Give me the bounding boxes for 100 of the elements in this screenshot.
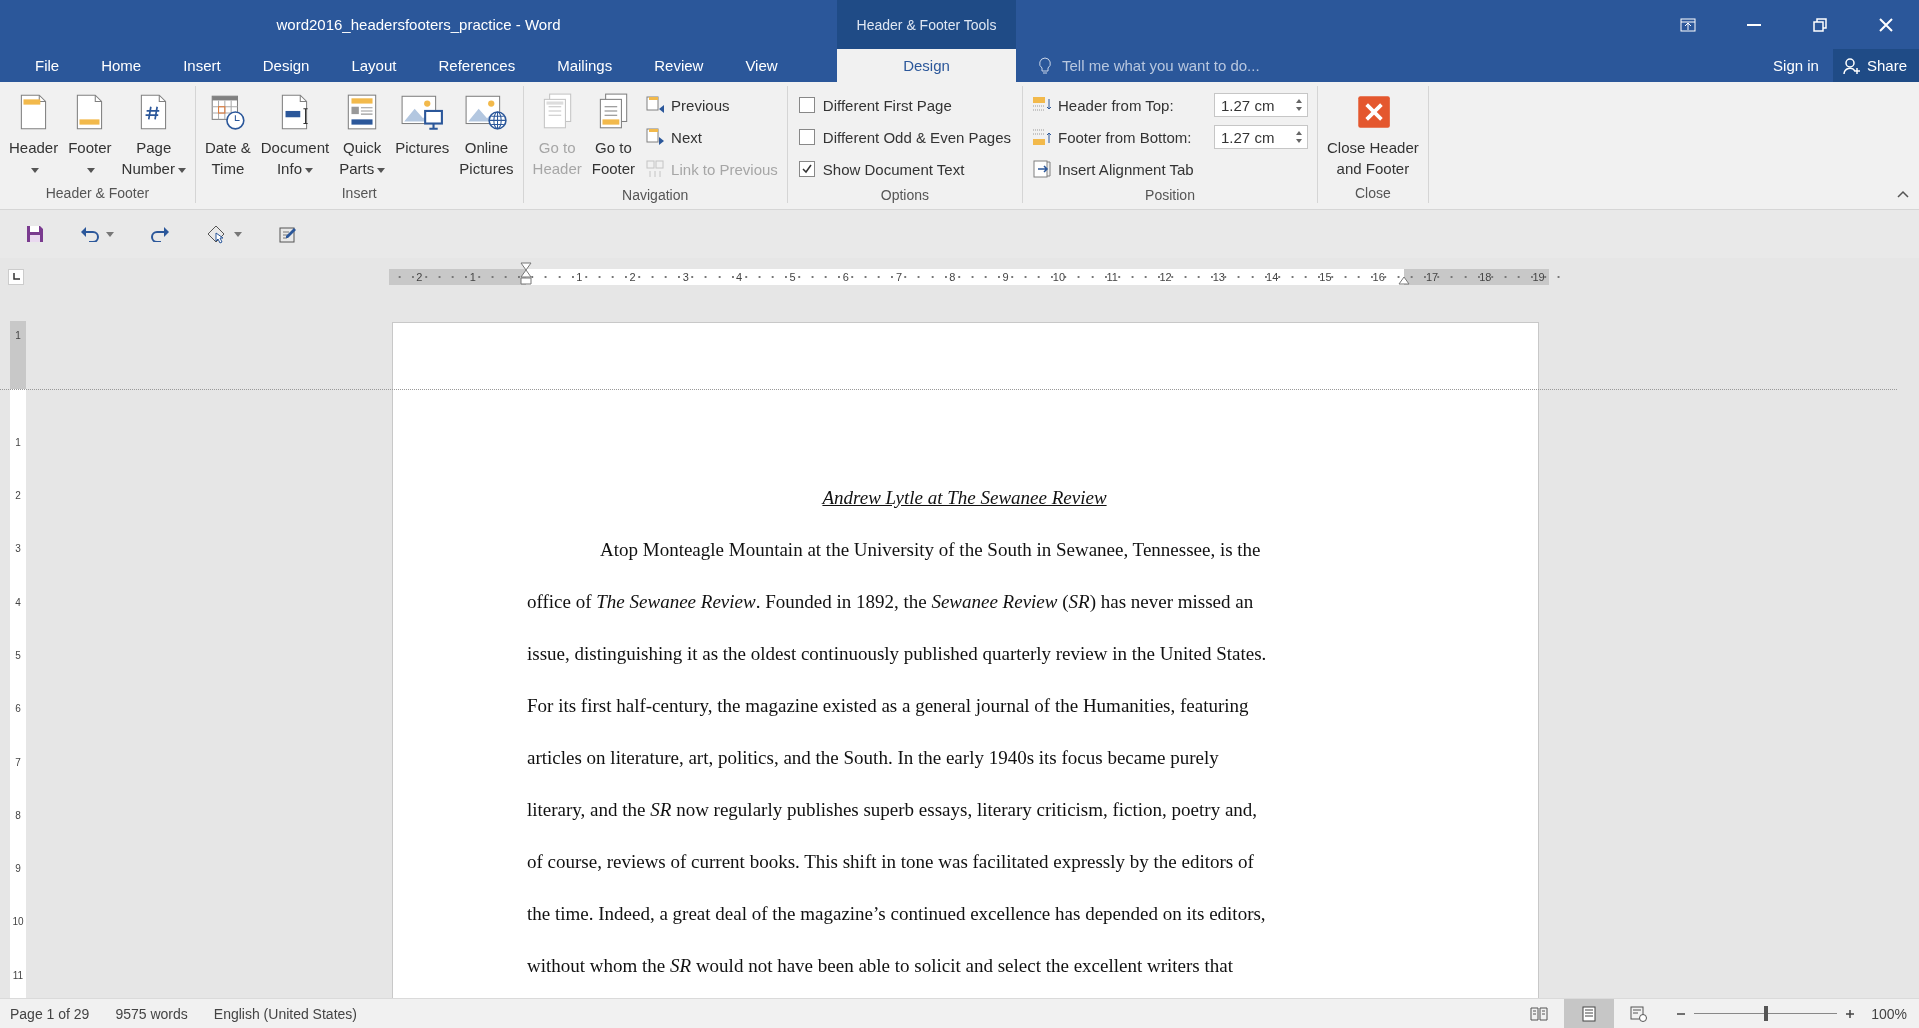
ribbon-button[interactable]: Previous [641, 89, 782, 121]
ribbon-button[interactable]: Online Pictures [455, 87, 518, 179]
web-page-icon [1630, 1005, 1649, 1022]
close-icon [1878, 16, 1894, 33]
ruler-number: 1 [15, 330, 21, 342]
checkbox[interactable] [798, 97, 815, 113]
ruler-number: 14 [1265, 270, 1280, 283]
tell-me-field[interactable]: Tell me what you want to do... [1060, 56, 1324, 75]
ribbon-tab[interactable]: References [417, 49, 537, 82]
ribbon-button[interactable]: Next [641, 121, 782, 153]
edit-form-icon [278, 224, 298, 244]
ribbon-button[interactable]: Pictures [391, 87, 454, 158]
checkbox-label: Different Odd & Even Pages [822, 128, 1011, 146]
spin-field[interactable]: 1.27 cm [1214, 125, 1308, 149]
ruler-number: 6 [841, 270, 850, 283]
zoom-level[interactable]: 100% [1871, 1005, 1907, 1022]
group-label: Position [1144, 186, 1196, 205]
restore-icon [1813, 17, 1827, 32]
checkbox[interactable] [798, 161, 815, 177]
body-paragraph: Atop Monteagle Mountain at the University of the South in Sewanee, Tennessee, is the office of The Sewanee Review. Founded in 1892, the Sewanee Review (SR) has never missed an issue, distinguishing it as the oldest continuously published quarterly review in the United States. For its first half-century, the magazine existed as a general journal of the Humanities, featuring articles on literature, art, politics, and the South. In the early 1940s its focus became purely literary, and the SR now regularly publishes superb essays, literary criticism, fiction, poetry and, of course, reviews of current books. This shift in tone was facilitated expressly by the editors of the time. Indeed, a great deal of the magazine’s continued excellence has depended on its editors, without whom the SR would not have been able to solicit and select the excellent writers that [527, 538, 1268, 978]
ruler-number: 19 [1531, 270, 1546, 283]
save-icon [26, 225, 44, 243]
ruler-number: 10 [12, 916, 24, 928]
ruler-number: 4 [735, 270, 744, 283]
ruler-number: 3 [681, 270, 690, 283]
ribbon-button[interactable]: Insert Alignment Tab [1028, 153, 1312, 185]
ribbon-display-icon [1680, 17, 1696, 32]
caret-icon [234, 231, 242, 237]
ruler-number: 11 [12, 969, 24, 981]
chevron-up-icon [1897, 190, 1909, 198]
ribbon-button[interactable]: Page Number [117, 87, 190, 179]
ribbon-button[interactable]: Close Header and Footer [1323, 87, 1423, 179]
spin-label: Header from Top: [1058, 96, 1175, 114]
ribbon-button[interactable]: Header [5, 87, 63, 179]
file-tab[interactable]: File [14, 49, 81, 82]
book-icon [1530, 1005, 1549, 1022]
previous-section-icon [645, 95, 666, 115]
group-label: Navigation [621, 186, 690, 205]
checkbox-label: Show Document Text [822, 160, 965, 178]
ribbon-tab[interactable]: Home [80, 49, 163, 82]
ruler-number: 9 [1001, 270, 1010, 283]
ribbon-tab[interactable]: Design [837, 49, 1016, 82]
ruler-number: 7 [15, 756, 21, 768]
tab-selector[interactable] [8, 268, 24, 285]
ruler-number: 13 [1211, 270, 1226, 283]
ruler-number: 3 [15, 543, 21, 555]
sign-in-link[interactable]: Sign in [1759, 49, 1833, 82]
ruler-number: 17 [1424, 270, 1440, 283]
ruler-number: 2 [628, 270, 637, 283]
page-count[interactable]: Page 1 of 29 [10, 1005, 90, 1022]
zoom-thumb[interactable] [1763, 1006, 1768, 1021]
ribbon-tab[interactable]: Mailings [536, 49, 634, 82]
ruler-number: 10 [1051, 270, 1067, 283]
ruler-number: 2 [15, 490, 21, 502]
ribbon-tab[interactable]: Design [241, 49, 331, 82]
page-icon [1580, 1005, 1599, 1022]
right-indent-marker-icon[interactable] [1398, 275, 1410, 285]
group-label: Options [879, 186, 931, 205]
next-section-icon [645, 127, 666, 147]
ribbon-button[interactable]: Go to Footer [587, 87, 640, 179]
ruler-number: 1 [575, 270, 584, 283]
ribbon-button[interactable]: Footer [64, 87, 116, 179]
ribbon-tab[interactable]: Insert [162, 49, 242, 82]
ribbon-tab[interactable]: View [724, 49, 799, 82]
checkbox[interactable] [798, 129, 815, 145]
plus-icon [1845, 1008, 1856, 1019]
ruler-number: 16 [1371, 270, 1386, 283]
ribbon-button[interactable]: Document Info [256, 87, 334, 179]
lightbulb-icon [1038, 56, 1052, 75]
ruler-number: 1 [468, 270, 477, 283]
minimize-icon [1747, 23, 1761, 26]
ruler-number: 8 [15, 809, 21, 821]
spin-arrows-icon[interactable] [1295, 129, 1303, 145]
ruler-number: 15 [1318, 270, 1333, 283]
view-button[interactable] [1564, 999, 1615, 1028]
left-tab-icon [12, 272, 20, 281]
document-title: Andrew Lytle at The Sewanee Review [820, 486, 1108, 510]
word-count[interactable]: 9575 words [115, 1005, 188, 1022]
checkbox-label: Different First Page [822, 96, 952, 114]
ribbon-button[interactable]: Date & Time [200, 87, 255, 179]
alignment-tab-icon [1032, 159, 1052, 179]
footer-position-icon [1032, 127, 1052, 147]
group-label: Header & Footer [44, 184, 151, 203]
ribbon-tab[interactable]: Layout [330, 49, 418, 82]
spin-field[interactable]: 1.27 cm [1214, 93, 1308, 117]
group-label: Insert [340, 184, 378, 203]
person-add-icon [1842, 56, 1861, 75]
caret-icon [106, 231, 114, 237]
context-tab-label: Header & Footer Tools [837, 0, 1016, 49]
ruler-number: 7 [895, 270, 904, 283]
ribbon-tab[interactable]: Review [633, 49, 725, 82]
ruler-number: 2 [415, 270, 424, 283]
spin-arrows-icon[interactable] [1295, 97, 1303, 113]
ruler-number: 5 [788, 270, 797, 283]
ruler-number: 6 [15, 703, 21, 715]
ruler-number: 11 [1105, 270, 1119, 283]
language-status[interactable]: English (United States) [213, 1005, 357, 1022]
ruler-number: 12 [1158, 270, 1173, 283]
share-button[interactable]: Share [1832, 49, 1919, 82]
ribbon-button[interactable]: Quick Parts [335, 87, 390, 179]
